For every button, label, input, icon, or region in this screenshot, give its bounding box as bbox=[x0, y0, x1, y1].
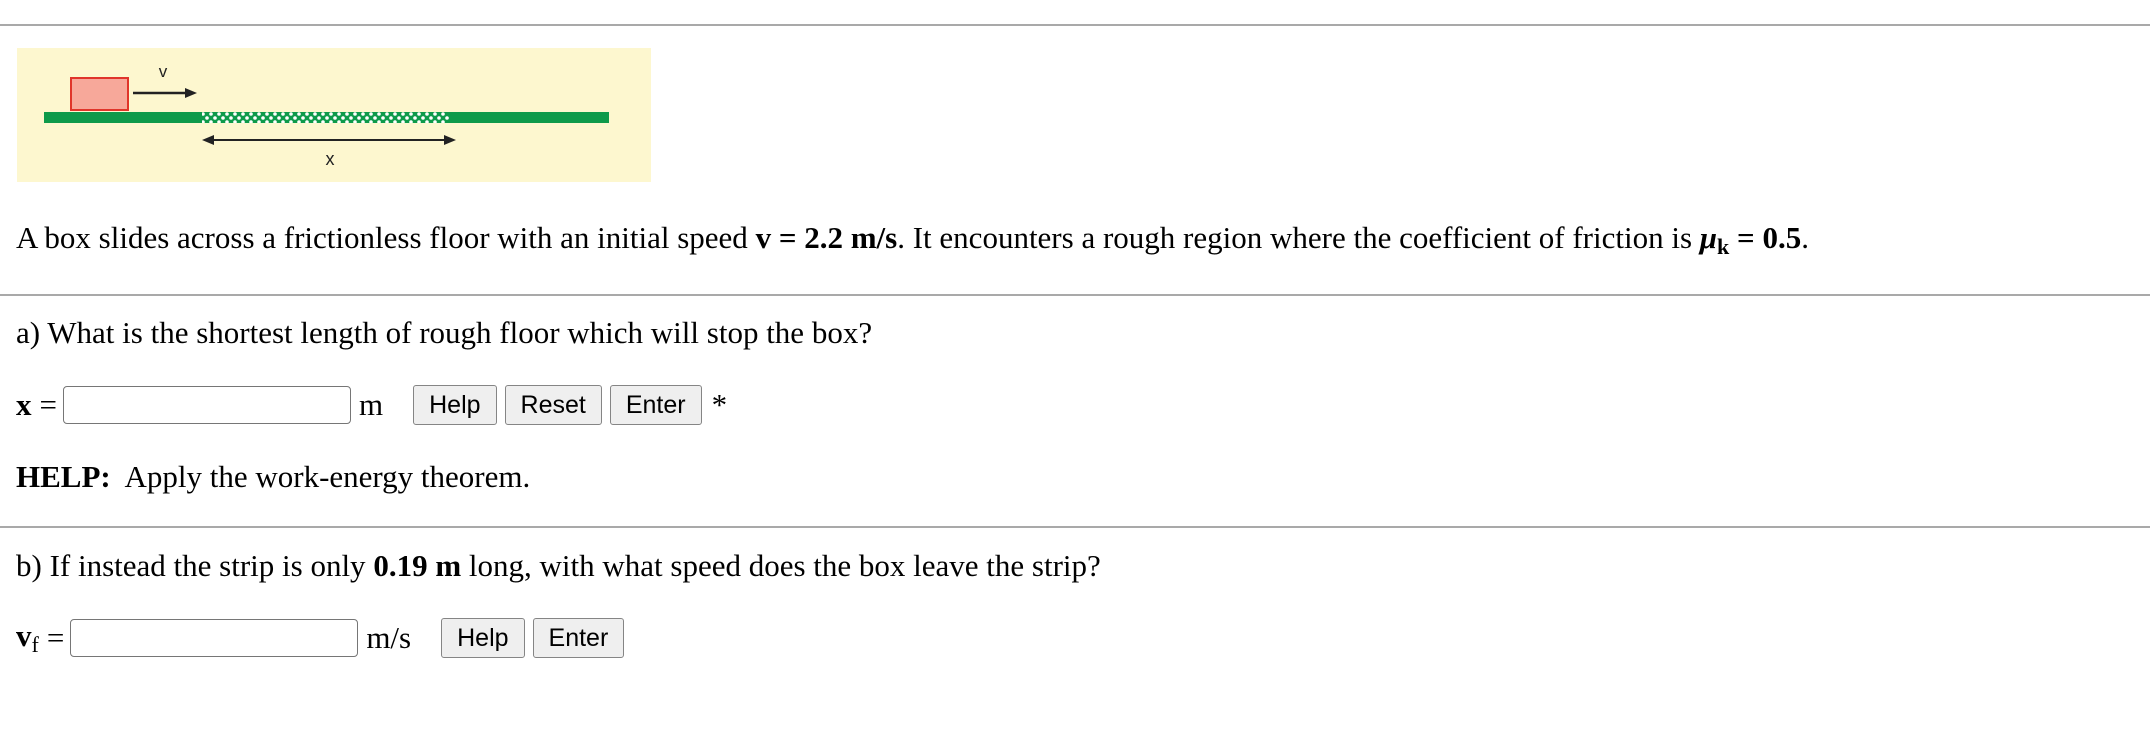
help-heading: HELP: bbox=[16, 459, 111, 494]
problem-figure: v x bbox=[17, 48, 651, 182]
part-b-variable: vf bbox=[16, 618, 39, 658]
distance-arrowhead-right-icon bbox=[444, 135, 456, 145]
part-a-status-marker: * bbox=[711, 387, 728, 422]
part-a-help-button[interactable]: Help bbox=[413, 385, 497, 425]
top-divider bbox=[0, 24, 2150, 26]
velocity-label: v bbox=[159, 62, 168, 81]
sliding-box bbox=[70, 77, 129, 111]
distance-arrowhead-left-icon bbox=[202, 135, 214, 145]
mu-symbol: μ bbox=[1699, 220, 1718, 255]
problem-end-text: . bbox=[1801, 220, 1809, 255]
mu-value: = 0.5 bbox=[1729, 220, 1802, 255]
part-a-equals: = bbox=[39, 387, 57, 422]
frictionless-floor-right bbox=[449, 112, 609, 123]
part-a-unit: m bbox=[358, 387, 384, 422]
part-b-question-start: b) If instead the strip is only bbox=[16, 548, 374, 583]
part-b-equals: = bbox=[46, 620, 65, 655]
velocity-arrowhead-icon bbox=[185, 88, 197, 98]
part-a-question: a) What is the shortest length of rough … bbox=[16, 315, 873, 350]
part-b-question: b) If instead the strip is only 0.19 m l… bbox=[16, 546, 1101, 586]
problem-middle-text: . It encounters a rough region where the… bbox=[897, 220, 1700, 255]
divider-before-part-a bbox=[0, 294, 2150, 296]
box-friction-diagram: v x bbox=[44, 62, 609, 169]
part-a-variable: x bbox=[16, 387, 32, 422]
part-a-answer-input[interactable] bbox=[62, 386, 351, 424]
divider-before-part-b bbox=[0, 526, 2150, 528]
part-a-reset-button[interactable]: Reset bbox=[504, 385, 602, 425]
part-b-variable-subscript: f bbox=[31, 632, 39, 657]
part-b-answer-input[interactable] bbox=[70, 619, 359, 657]
part-b-enter-button[interactable]: Enter bbox=[532, 618, 625, 658]
mu-subscript: k bbox=[1717, 234, 1730, 259]
part-a-help-message: HELP: Apply the work-energy theorem. bbox=[16, 457, 530, 497]
problem-intro-text: A box slides across a frictionless floor… bbox=[16, 220, 756, 255]
part-b-unit: m/s bbox=[366, 620, 412, 655]
distance-label: x bbox=[326, 149, 335, 169]
friction-coefficient: μk = 0.5 bbox=[1699, 220, 1802, 259]
initial-speed-value: v = 2.2 m/s bbox=[755, 220, 898, 255]
part-a-enter-button[interactable]: Enter bbox=[609, 385, 702, 425]
rough-floor-strip bbox=[202, 112, 449, 123]
part-b-variable-symbol: v bbox=[16, 618, 32, 653]
part-b-question-end: long, with what speed does the box leave… bbox=[461, 548, 1101, 583]
strip-length-value: 0.19 m bbox=[373, 548, 462, 583]
part-a-answer-row: x = m Help Reset Enter * bbox=[16, 383, 727, 427]
problem-statement: A box slides across a frictionless floor… bbox=[16, 218, 1809, 267]
part-b-answer-row: vf = m/s Help Enter bbox=[16, 616, 632, 660]
help-text: Apply the work-energy theorem. bbox=[124, 459, 531, 494]
frictionless-floor-left bbox=[44, 112, 202, 123]
part-b-help-button[interactable]: Help bbox=[441, 618, 525, 658]
